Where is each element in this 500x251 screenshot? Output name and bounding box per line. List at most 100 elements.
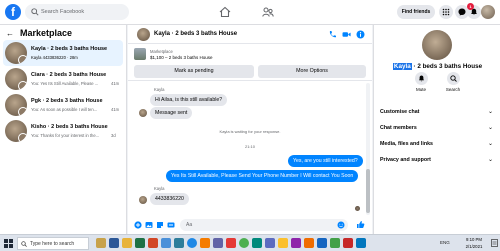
waiting-notice: Kayla is waiting for your response. bbox=[219, 129, 281, 134]
messenger-icon bbox=[458, 8, 466, 16]
chevron-down-icon: ⌄ bbox=[487, 141, 493, 147]
taskbar-app-icon[interactable] bbox=[317, 238, 327, 248]
conversation-name: Kayla · 2 beds 3 baths House bbox=[31, 46, 108, 52]
conversation-details-panel: Kayla · 2 beds 3 baths House Mute Search… bbox=[373, 25, 500, 234]
conversation-preview: You: Yes Its Still Available, Please ...… bbox=[31, 81, 120, 86]
conversation-time: 41m bbox=[111, 81, 120, 86]
menu-chat-members[interactable]: Chat members ⌄ bbox=[380, 121, 495, 135]
find-friends-button[interactable]: Find friends bbox=[397, 5, 435, 19]
taskbar-app-icon[interactable] bbox=[252, 238, 262, 248]
conversation-item[interactable]: Kayla · 2 beds 3 baths House Kayla 44338… bbox=[3, 40, 123, 66]
chevron-down-icon: ⌄ bbox=[487, 157, 493, 163]
taskbar-app-icon[interactable] bbox=[304, 238, 314, 248]
message-input[interactable]: Aa bbox=[180, 219, 348, 231]
listing-price[interactable]: $1,100 – 2 beds 3 baths House bbox=[150, 55, 213, 60]
avatar[interactable] bbox=[422, 30, 452, 60]
taskbar-app-icon[interactable] bbox=[200, 238, 210, 248]
chat-scrollbar[interactable] bbox=[366, 83, 370, 215]
chevron-down-icon: ⌄ bbox=[487, 109, 493, 115]
highlighted-name: Kayla bbox=[392, 63, 412, 70]
sender-avatar bbox=[139, 196, 147, 204]
taskbar-app-icon[interactable] bbox=[278, 238, 288, 248]
taskbar-search-placeholder: Type here to search bbox=[30, 241, 75, 247]
facebook-logo[interactable]: f bbox=[5, 4, 21, 20]
notification-center-icon[interactable] bbox=[491, 239, 498, 247]
notification-badge: 1 bbox=[467, 3, 474, 10]
conversation-name: Ciara · 2 beds 3 baths House bbox=[31, 72, 107, 78]
listing-thumbnail[interactable] bbox=[134, 48, 146, 60]
info-icon[interactable] bbox=[356, 30, 365, 39]
avatar bbox=[5, 68, 27, 90]
taskbar-app-icon[interactable] bbox=[135, 238, 145, 248]
photo-icon[interactable] bbox=[145, 221, 153, 229]
taskbar-app-icon[interactable] bbox=[265, 238, 275, 248]
outgoing-message[interactable]: Yes Its Still Available, Please Send You… bbox=[166, 170, 359, 182]
language-indicator[interactable]: ENG bbox=[440, 240, 450, 245]
back-arrow-icon[interactable]: ← bbox=[6, 29, 14, 38]
windows-start-icon[interactable] bbox=[4, 239, 13, 248]
windows-taskbar: Type here to search ENG 9:10 PM 2/1/2021 bbox=[0, 234, 500, 251]
taskbar-app-icon[interactable] bbox=[226, 238, 236, 248]
chrome-icon[interactable] bbox=[239, 238, 249, 248]
chat-title[interactable]: Kayla · 2 beds 3 baths House bbox=[154, 31, 237, 37]
outgoing-message[interactable]: Yes, are you still interested? bbox=[288, 155, 363, 167]
scrollbar-thumb[interactable] bbox=[366, 169, 370, 213]
menu-media-files-links[interactable]: Media, files and links ⌄ bbox=[380, 137, 495, 151]
taskbar-app-icon[interactable] bbox=[356, 238, 366, 248]
conversation-name: Kisho · 2 beds 3 baths House bbox=[31, 124, 108, 130]
search-placeholder: Search Facebook bbox=[41, 9, 85, 15]
incoming-message[interactable]: Hi Ailsa, is this still available? bbox=[150, 94, 228, 106]
search-label: Search bbox=[445, 87, 461, 92]
avatar bbox=[5, 94, 27, 116]
conversation-item[interactable]: Kisho · 2 beds 3 baths House You: Thanks… bbox=[3, 118, 123, 144]
emoji-icon[interactable] bbox=[337, 221, 345, 229]
sticker-icon[interactable] bbox=[156, 221, 164, 229]
menu-privacy-support[interactable]: Privacy and support ⌄ bbox=[380, 153, 495, 167]
taskbar-app-icon[interactable] bbox=[213, 238, 223, 248]
phone-icon[interactable] bbox=[328, 30, 337, 39]
read-receipt-avatar bbox=[355, 206, 360, 211]
taskbar-app-icon[interactable] bbox=[174, 238, 184, 248]
taskbar-app-icon[interactable] bbox=[109, 238, 119, 248]
mute-button[interactable]: Mute bbox=[408, 72, 434, 92]
conversation-item[interactable]: Ciara · 2 beds 3 baths House You: Yes It… bbox=[3, 66, 123, 92]
chat-header: Kayla · 2 beds 3 baths House bbox=[128, 25, 372, 44]
conversation-item[interactable]: Pgk · 2 beds 3 baths House You: As soon … bbox=[3, 92, 123, 118]
friends-icon[interactable] bbox=[262, 6, 274, 18]
search-in-conversation-button[interactable]: Search bbox=[440, 72, 466, 92]
menu-button[interactable] bbox=[439, 5, 453, 19]
account-avatar[interactable] bbox=[481, 5, 495, 19]
conversation-title: Kayla · 2 beds 3 baths House bbox=[374, 63, 500, 70]
mark-as-pending-button[interactable]: Mark as pending bbox=[134, 65, 254, 78]
sender-avatar bbox=[139, 109, 147, 117]
avatar[interactable] bbox=[137, 28, 150, 41]
folder-icon[interactable] bbox=[122, 238, 132, 248]
taskbar-app-icon[interactable] bbox=[161, 238, 171, 248]
incoming-message[interactable]: Message sent bbox=[150, 107, 193, 119]
browser-icon[interactable] bbox=[187, 238, 197, 248]
listing-label: Marketplace bbox=[150, 49, 173, 54]
more-options-button[interactable]: More Options bbox=[258, 65, 366, 78]
taskbar-clock[interactable]: 9:10 PM 2/1/2021 bbox=[459, 236, 489, 250]
avatar bbox=[5, 120, 27, 142]
taskbar-app-icon[interactable] bbox=[96, 238, 106, 248]
message-sender: Kayla bbox=[154, 87, 165, 92]
like-icon[interactable] bbox=[356, 220, 365, 229]
video-call-icon[interactable] bbox=[342, 30, 351, 39]
taskbar-app-icon[interactable] bbox=[148, 238, 158, 248]
conversation-time: 3d bbox=[111, 133, 116, 138]
taskbar-app-icon[interactable] bbox=[330, 238, 340, 248]
taskbar-app-icon[interactable] bbox=[343, 238, 353, 248]
incoming-message[interactable]: 4433836220 bbox=[150, 193, 189, 205]
message-placeholder: Aa bbox=[186, 222, 193, 228]
gif-icon[interactable] bbox=[167, 221, 175, 229]
taskbar-search[interactable]: Type here to search bbox=[17, 237, 89, 250]
chevron-down-icon: ⌄ bbox=[487, 125, 493, 131]
message-timestamp: 21:10 bbox=[244, 144, 255, 149]
message-composer: Aa bbox=[128, 216, 372, 234]
taskbar-app-icon[interactable] bbox=[291, 238, 301, 248]
menu-customise-chat[interactable]: Customise chat ⌄ bbox=[380, 105, 495, 119]
plus-icon[interactable] bbox=[134, 221, 142, 229]
search-box[interactable]: Search Facebook bbox=[25, 4, 129, 20]
home-icon[interactable] bbox=[219, 6, 231, 18]
